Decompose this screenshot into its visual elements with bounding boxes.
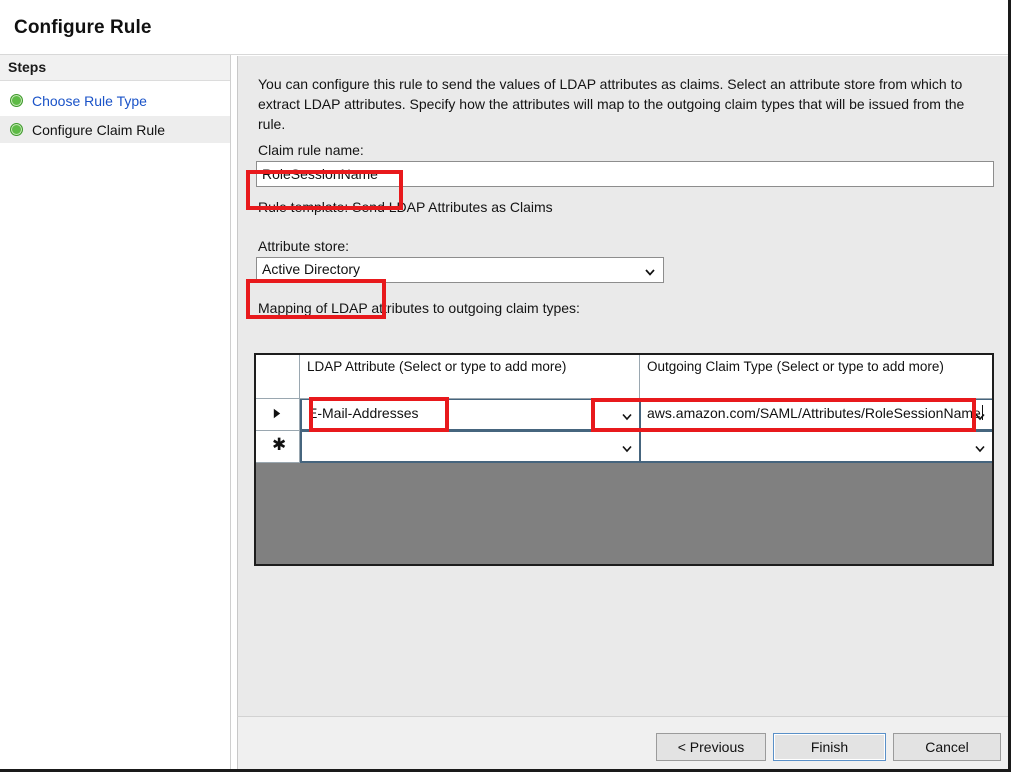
dialog-titlebar: Configure Rule [0, 0, 1008, 55]
cell-outgoing-claim-type[interactable]: aws.amazon.com/SAML/Attributes/RoleSessi… [640, 399, 992, 431]
cell-outgoing-claim-type-value: aws.amazon.com/SAML/Attributes/RoleSessi… [647, 405, 983, 421]
steps-sidebar: Steps Choose Rule Type Configure Claim R… [0, 55, 230, 772]
attribute-store-select[interactable]: Active Directory [256, 257, 664, 283]
grid-header-ldap-attribute[interactable]: LDAP Attribute (Select or type to add mo… [300, 355, 640, 399]
chevron-down-icon[interactable] [621, 441, 633, 451]
cell-ldap-attribute[interactable] [300, 431, 640, 463]
grid-header-row: LDAP Attribute (Select or type to add mo… [256, 355, 992, 399]
intro-description: You can configure this rule to send the … [258, 74, 980, 134]
wizard-content-pane: You can configure this rule to send the … [237, 56, 1008, 716]
grid-header-outgoing-claim-type[interactable]: Outgoing Claim Type (Select or type to a… [640, 355, 992, 399]
sidebar-item-label: Choose Rule Type [32, 93, 147, 109]
configure-rule-dialog: Configure Rule Steps Choose Rule Type Co… [0, 0, 1011, 772]
ldap-mapping-grid[interactable]: LDAP Attribute (Select or type to add mo… [254, 353, 994, 566]
mapping-label: Mapping of LDAP attributes to outgoing c… [258, 300, 580, 316]
dialog-button-bar: < Previous Finish Cancel [237, 716, 1008, 772]
claim-rule-name-label: Claim rule name: [258, 142, 364, 158]
row-selector-cell[interactable] [256, 399, 300, 431]
cell-ldap-attribute-value: E-Mail-Addresses [308, 405, 418, 421]
previous-button[interactable]: < Previous [656, 733, 766, 761]
chevron-down-icon[interactable] [974, 441, 986, 451]
grid-header-rowselector [256, 355, 300, 399]
new-row-asterisk-icon: ✱ [272, 438, 286, 451]
attribute-store-label: Attribute store: [258, 238, 349, 254]
page-title: Configure Rule [14, 17, 152, 39]
cancel-button[interactable]: Cancel [893, 733, 1001, 761]
sidebar-item-configure-claim-rule[interactable]: Configure Claim Rule [0, 116, 230, 143]
table-row[interactable]: ✱ [256, 431, 992, 463]
steps-header-label: Steps [8, 59, 46, 75]
sidebar-item-label: Configure Claim Rule [32, 122, 165, 138]
step-complete-icon [10, 94, 23, 107]
row-selector-cell[interactable]: ✱ [256, 431, 300, 463]
cell-ldap-attribute[interactable]: E-Mail-Addresses [300, 399, 640, 431]
chevron-down-icon [644, 265, 656, 277]
step-complete-icon [10, 123, 23, 136]
steps-header: Steps [0, 55, 230, 81]
finish-button[interactable]: Finish [773, 733, 886, 761]
current-row-arrow-icon [273, 408, 281, 421]
table-row[interactable]: E-Mail-Addresses aws.amazon.com/SAML/Att… [256, 399, 992, 431]
sidebar-item-choose-rule-type[interactable]: Choose Rule Type [0, 87, 230, 114]
rule-template-text: Rule template: Send LDAP Attributes as C… [258, 199, 553, 215]
chevron-down-icon[interactable] [974, 409, 986, 419]
claim-rule-name-input[interactable] [256, 161, 994, 187]
chevron-down-icon[interactable] [621, 409, 633, 419]
pane-divider [230, 55, 231, 772]
attribute-store-value: Active Directory [262, 261, 360, 277]
cell-outgoing-claim-type[interactable] [640, 431, 992, 463]
